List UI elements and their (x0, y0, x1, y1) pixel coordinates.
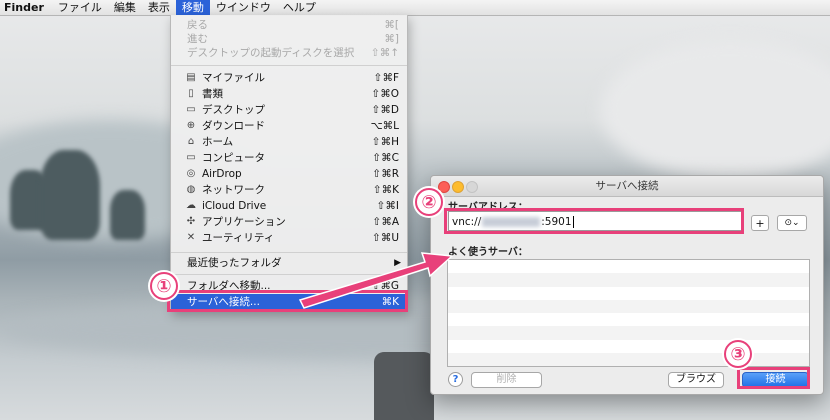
step-3-badge: ③ (724, 340, 752, 368)
step-2-badge: ② (415, 188, 443, 216)
step-1-badge: ① (150, 272, 178, 300)
annotation-arrow (298, 252, 454, 309)
